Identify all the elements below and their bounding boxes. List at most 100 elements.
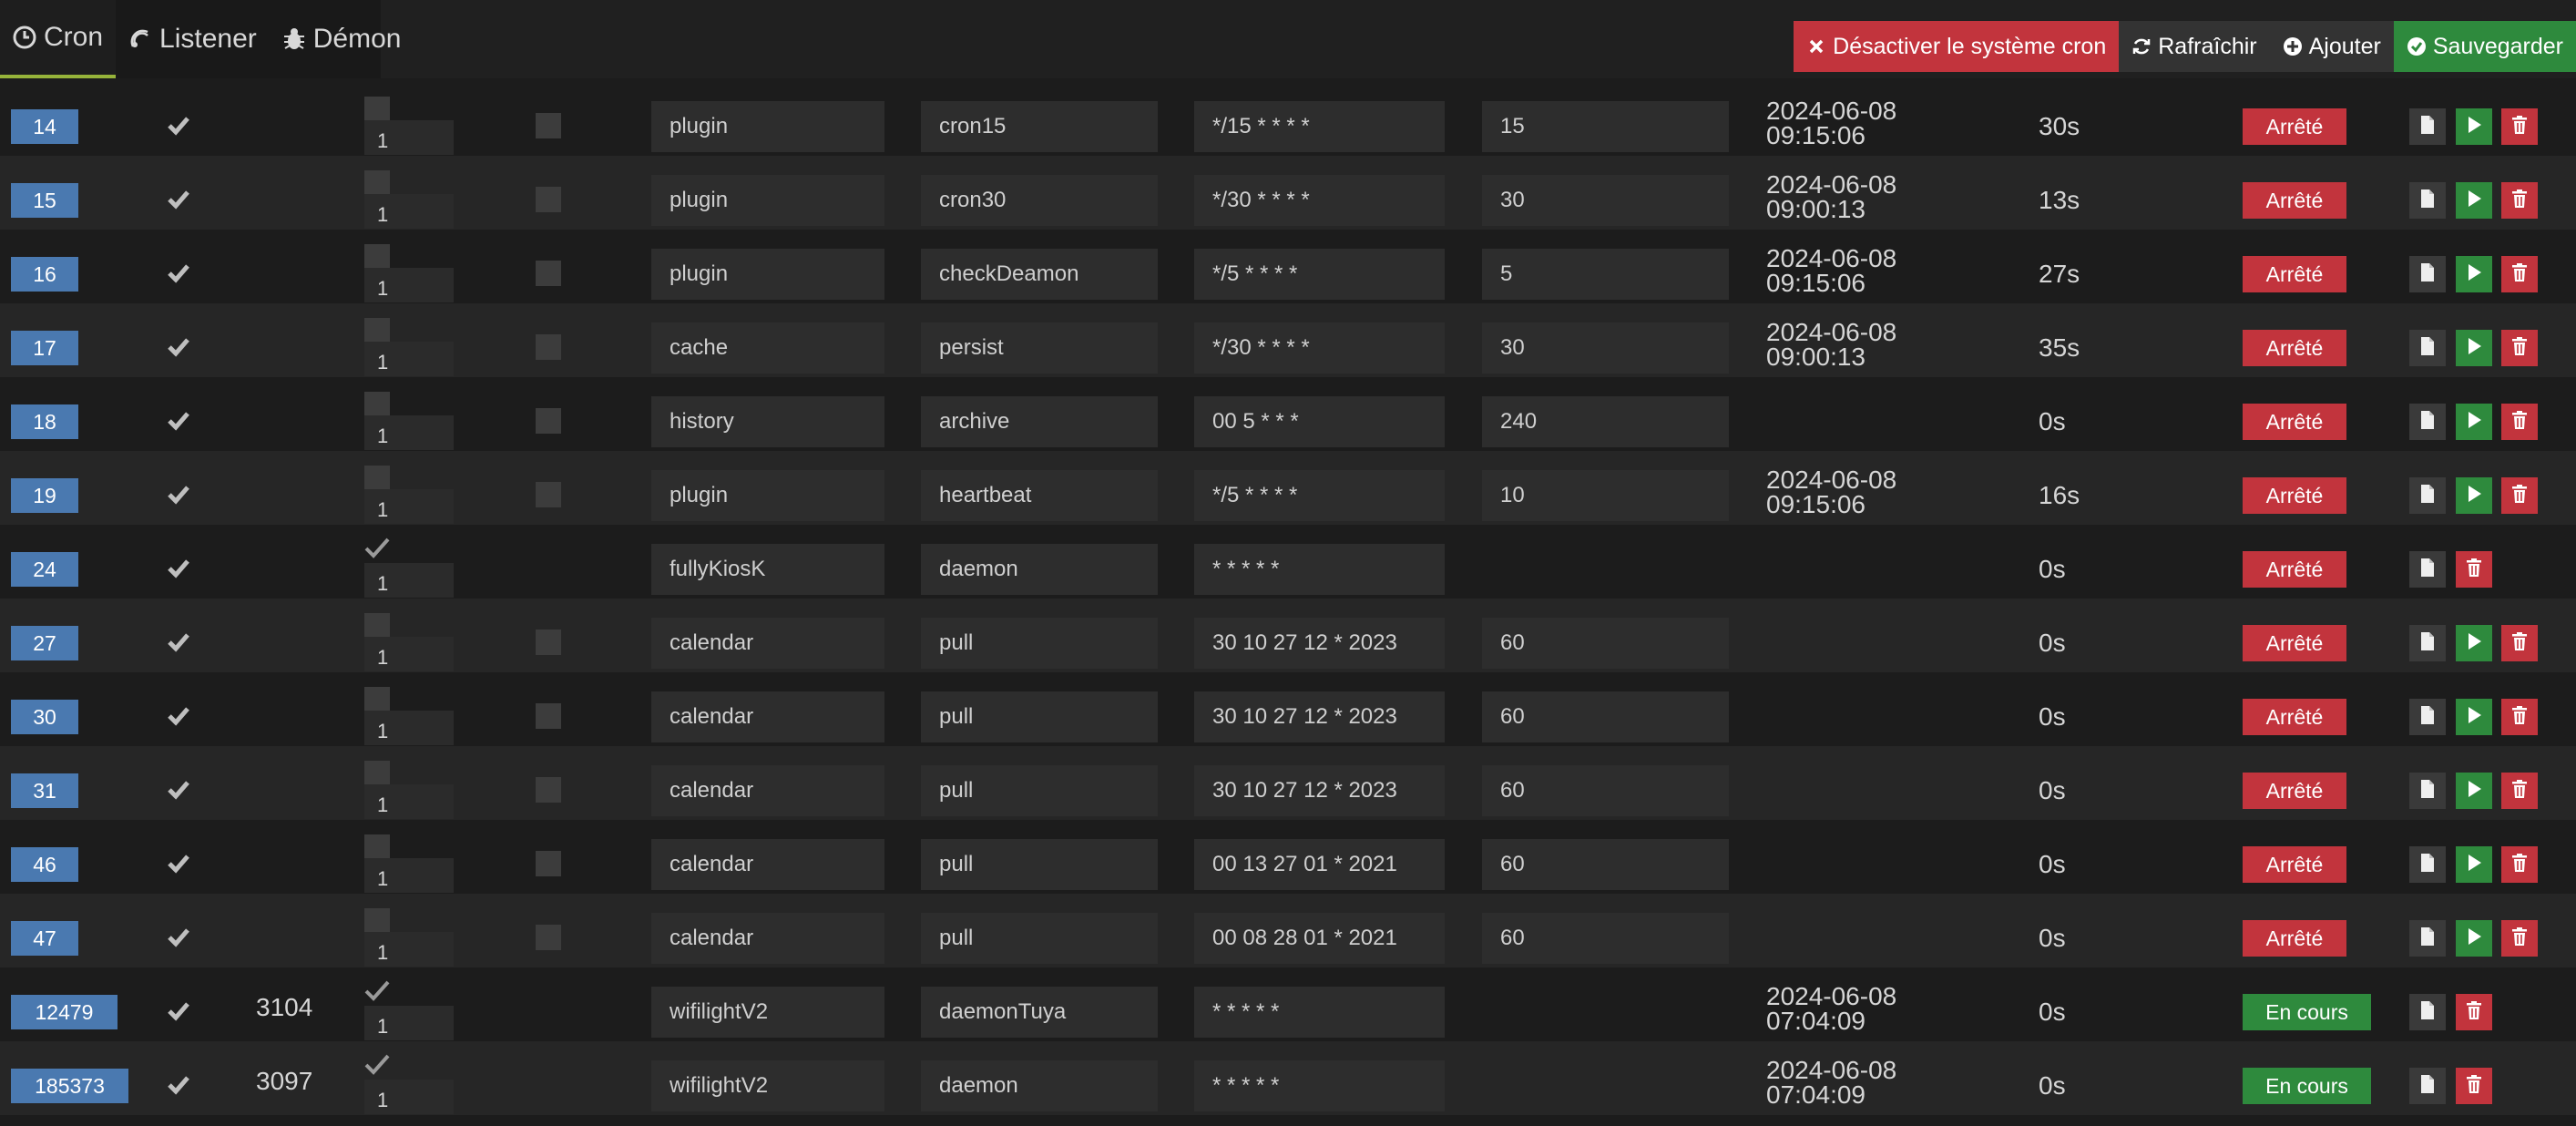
class-input[interactable]: cache — [651, 322, 884, 374]
log-button[interactable] — [2409, 920, 2446, 957]
class-input[interactable]: calendar — [651, 765, 884, 816]
deamon-toggle[interactable] — [363, 534, 392, 561]
timeout-input[interactable]: 5 — [1482, 249, 1729, 300]
cron-id-badge[interactable]: 31 — [11, 773, 78, 808]
deamon-toggle[interactable] — [364, 613, 390, 637]
log-button[interactable] — [2409, 994, 2446, 1030]
log-button[interactable] — [2409, 699, 2446, 735]
once-checkbox[interactable] — [536, 482, 561, 507]
run-button[interactable] — [2456, 256, 2492, 292]
enabled-checkbox[interactable] — [166, 261, 191, 286]
enabled-checkbox[interactable] — [166, 998, 191, 1024]
timeout-input[interactable]: 60 — [1482, 691, 1729, 742]
timeout-input[interactable]: 240 — [1482, 396, 1729, 447]
function-input[interactable]: pull — [921, 913, 1158, 964]
enabled-checkbox[interactable] — [166, 777, 191, 803]
refresh-button[interactable]: Rafraîchir — [2119, 21, 2270, 72]
deamon-toggle[interactable] — [363, 977, 392, 1004]
function-input[interactable]: heartbeat — [921, 470, 1158, 521]
cron-id-badge[interactable]: 12479 — [11, 995, 118, 1029]
function-input[interactable]: pull — [921, 618, 1158, 669]
timeout-input[interactable]: 60 — [1482, 618, 1729, 669]
cron-id-badge[interactable]: 14 — [11, 109, 78, 144]
deamon-toggle[interactable] — [364, 392, 390, 415]
deamon-toggle[interactable] — [364, 834, 390, 858]
log-button[interactable] — [2409, 773, 2446, 809]
enabled-checkbox[interactable] — [166, 925, 191, 950]
deamon-sleep-input[interactable]: 1 — [364, 711, 454, 745]
deamon-toggle[interactable] — [364, 761, 390, 784]
cron-id-badge[interactable]: 16 — [11, 257, 78, 292]
deamon-sleep-input[interactable]: 1 — [364, 784, 454, 819]
class-input[interactable]: fullyKiosK — [651, 544, 884, 595]
run-button[interactable] — [2456, 108, 2492, 145]
schedule-input[interactable]: 30 10 27 12 * 2023 — [1194, 691, 1445, 742]
class-input[interactable]: calendar — [651, 691, 884, 742]
function-input[interactable]: persist — [921, 322, 1158, 374]
deamon-toggle[interactable] — [364, 466, 390, 489]
deamon-sleep-input[interactable]: 1 — [364, 1080, 454, 1114]
cron-id-badge[interactable]: 19 — [11, 478, 78, 513]
once-checkbox[interactable] — [536, 408, 561, 434]
cron-id-badge[interactable]: 46 — [11, 847, 78, 882]
enabled-checkbox[interactable] — [166, 187, 191, 212]
deamon-sleep-input[interactable]: 1 — [364, 342, 454, 376]
once-checkbox[interactable] — [536, 777, 561, 803]
once-checkbox[interactable] — [536, 113, 561, 138]
once-checkbox[interactable] — [536, 925, 561, 950]
class-input[interactable]: calendar — [651, 618, 884, 669]
schedule-input[interactable]: 00 5 * * * — [1194, 396, 1445, 447]
function-input[interactable]: daemon — [921, 544, 1158, 595]
delete-button[interactable] — [2456, 551, 2492, 588]
run-button[interactable] — [2456, 625, 2492, 661]
delete-button[interactable] — [2501, 182, 2538, 219]
function-input[interactable]: cron30 — [921, 175, 1158, 226]
enabled-checkbox[interactable] — [166, 851, 191, 876]
timeout-input[interactable]: 30 — [1482, 322, 1729, 374]
function-input[interactable]: pull — [921, 839, 1158, 890]
deamon-sleep-input[interactable]: 1 — [364, 858, 454, 893]
enabled-checkbox[interactable] — [166, 703, 191, 729]
log-button[interactable] — [2409, 846, 2446, 883]
deamon-toggle[interactable] — [364, 908, 390, 932]
class-input[interactable]: wifilightV2 — [651, 987, 884, 1038]
schedule-input[interactable]: */5 * * * * — [1194, 249, 1445, 300]
schedule-input[interactable]: * * * * * — [1194, 987, 1445, 1038]
deamon-sleep-input[interactable]: 1 — [364, 637, 454, 671]
schedule-input[interactable]: 00 08 28 01 * 2021 — [1194, 913, 1445, 964]
delete-button[interactable] — [2501, 846, 2538, 883]
deamon-sleep-input[interactable]: 1 — [364, 489, 454, 524]
run-button[interactable] — [2456, 920, 2492, 957]
disable-cron-button[interactable]: Désactiver le système cron — [1794, 21, 2120, 72]
delete-button[interactable] — [2501, 699, 2538, 735]
deamon-sleep-input[interactable]: 1 — [364, 563, 454, 598]
run-button[interactable] — [2456, 846, 2492, 883]
class-input[interactable]: plugin — [651, 249, 884, 300]
enabled-checkbox[interactable] — [166, 482, 191, 507]
function-input[interactable]: pull — [921, 765, 1158, 816]
class-input[interactable]: calendar — [651, 839, 884, 890]
once-checkbox[interactable] — [536, 261, 561, 286]
delete-button[interactable] — [2501, 920, 2538, 957]
log-button[interactable] — [2409, 108, 2446, 145]
delete-button[interactable] — [2456, 994, 2492, 1030]
cron-id-badge[interactable]: 15 — [11, 183, 78, 218]
cron-id-badge[interactable]: 30 — [11, 700, 78, 734]
delete-button[interactable] — [2501, 477, 2538, 514]
deamon-sleep-input[interactable]: 1 — [364, 120, 454, 155]
schedule-input[interactable]: */5 * * * * — [1194, 470, 1445, 521]
function-input[interactable]: pull — [921, 691, 1158, 742]
deamon-toggle[interactable] — [364, 318, 390, 342]
deamon-sleep-input[interactable]: 1 — [364, 194, 454, 229]
log-button[interactable] — [2409, 330, 2446, 366]
schedule-input[interactable]: * * * * * — [1194, 1060, 1445, 1111]
delete-button[interactable] — [2501, 108, 2538, 145]
class-input[interactable]: calendar — [651, 913, 884, 964]
delete-button[interactable] — [2501, 256, 2538, 292]
log-button[interactable] — [2409, 182, 2446, 219]
schedule-input[interactable]: * * * * * — [1194, 544, 1445, 595]
deamon-sleep-input[interactable]: 1 — [364, 1006, 454, 1040]
tab-cron[interactable]: Cron — [0, 0, 117, 78]
cron-id-badge[interactable]: 24 — [11, 552, 78, 587]
tab-daemon[interactable]: Démon — [270, 0, 414, 78]
